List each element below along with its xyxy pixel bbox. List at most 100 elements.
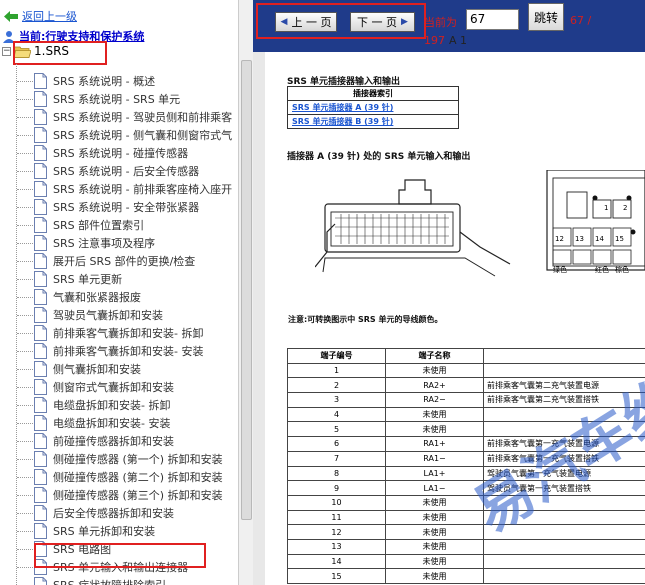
table-row: 13 未使用	[287, 538, 645, 555]
document-icon	[34, 73, 47, 89]
table-row: 1 未使用	[287, 362, 645, 379]
tree-item[interactable]: SRS 系统说明 - 后安全传感器	[34, 162, 199, 180]
table-row: 5 未使用	[287, 421, 645, 438]
tree-connector-branch	[17, 81, 33, 82]
tree-connector-branch	[17, 99, 33, 100]
back-link[interactable]: 返回上一级	[4, 8, 77, 24]
terminal-description: 前排乘客气囊第二充气装置电源	[483, 377, 645, 394]
tree-item[interactable]: SRS 系统说明 - SRS 单元	[34, 90, 180, 108]
connector-index-table: 插接器索引 SRS 单元插接器 A (39 针) SRS 单元插接器 B (39…	[287, 86, 459, 129]
tree-item[interactable]: SRS 系统说明 - 概述	[34, 72, 155, 90]
table-row: 7 RA1− 前排乘客气囊第一充气装置搭铁	[287, 450, 645, 467]
tree-connector-branch	[17, 225, 33, 226]
pin-label-15: 15	[615, 235, 624, 243]
document-icon	[34, 523, 47, 539]
document-icon	[34, 253, 47, 269]
terminal-description	[483, 524, 645, 540]
tree-item[interactable]: SRS 系统说明 - 安全带张紧器	[34, 198, 199, 216]
tree-connector-branch	[17, 297, 33, 298]
terminal-name: 未使用	[385, 362, 484, 379]
terminal-description: 驾驶员气囊第一充气装置搭铁	[483, 480, 645, 496]
document-icon	[34, 451, 47, 467]
connector-b-link[interactable]: SRS 单元插接器 B (39 针)	[292, 117, 393, 126]
tree-connector-branch	[17, 243, 33, 244]
tree-item[interactable]: 驾驶员气囊拆卸和安装	[34, 306, 163, 324]
tree-connector-branch	[17, 279, 33, 280]
document-icon	[34, 109, 47, 125]
document-icon	[34, 469, 47, 485]
tree-item[interactable]: 电缆盘拆卸和安装- 安装	[34, 414, 170, 432]
document-icon	[34, 361, 47, 377]
pin-label-13: 13	[575, 235, 584, 243]
document-icon	[34, 505, 47, 521]
col-header-name: 端子名称	[385, 348, 484, 364]
document-icon	[34, 235, 47, 251]
page-toolbar: ◀ 上 一 页 下 一 页 ▶ 当前为 67 跳转 67 / 197 A 1	[253, 0, 645, 52]
tree-item[interactable]: 侧碰撞传感器 (第一个) 拆卸和安装	[34, 450, 223, 468]
tree-item[interactable]: SRS 系统说明 - 碰撞传感器	[34, 144, 188, 162]
terminal-number: 9	[287, 480, 386, 496]
tree-connector-branch	[17, 405, 33, 406]
current-page-prefix: 当前为	[424, 16, 457, 29]
tree-item[interactable]: 侧碰撞传感器 (第三个) 拆卸和安装	[34, 486, 223, 504]
tree-item[interactable]: 后安全传感器拆卸和安装	[34, 504, 174, 522]
collapse-toggle[interactable]: −	[2, 46, 11, 56]
tree-connector-branch	[17, 387, 33, 388]
terminal-number: 2	[287, 377, 386, 394]
document-icon	[34, 415, 47, 431]
tree-connector-branch	[17, 333, 33, 334]
tree-item[interactable]: SRS 系统说明 - 侧气囊和侧窗帘式气	[34, 126, 232, 144]
wire-color-brown: 棕色	[615, 266, 629, 274]
tree-item[interactable]: 侧窗帘式气囊拆卸和安装	[34, 378, 174, 396]
tree-item-label: 侧碰撞传感器 (第二个) 拆卸和安装	[53, 471, 223, 484]
terminal-description	[483, 406, 645, 423]
tree-connector-branch	[17, 117, 33, 118]
page-extra: A 1	[449, 34, 468, 47]
terminal-description: 前排乘客气囊第一充气装置电源	[483, 436, 645, 452]
terminal-table-body: 1 未使用 2 RA2+ 前排乘客气囊第二充气装置电源 3 RA2− 前排乘客气囊第二充气装置…	[287, 362, 645, 584]
connector-a-link[interactable]: SRS 单元插接器 A (39 针)	[292, 103, 393, 112]
index-row[interactable]: SRS 单元插接器 A (39 针)	[287, 100, 459, 115]
tree-connector-branch	[17, 351, 33, 352]
tree-item-label: 侧碰撞传感器 (第三个) 拆卸和安装	[53, 489, 223, 502]
terminal-description: 前排乘客气囊第一充气装置搭铁	[483, 450, 645, 467]
tree-item[interactable]: 侧碰撞传感器 (第二个) 拆卸和安装	[34, 468, 223, 486]
tree-item-label: SRS 系统说明 - 概述	[53, 75, 156, 88]
tree-item-label: 电缆盘拆卸和安装- 拆卸	[53, 399, 171, 412]
tree-item[interactable]: SRS 系统说明 - 驾驶员侧和前排乘客	[34, 108, 232, 126]
tree-item[interactable]: 前碰撞传感器拆卸和安装	[34, 432, 174, 450]
terminal-number: 3	[287, 392, 386, 408]
tree-item-label: SRS 症状故障排除索引	[53, 577, 166, 585]
index-row[interactable]: SRS 单元插接器 B (39 针)	[287, 114, 459, 129]
tree-item[interactable]: SRS 单元拆卸和安装	[34, 522, 155, 540]
document-icon	[34, 307, 47, 323]
tree-item-label: 侧碰撞传感器 (第一个) 拆卸和安装	[53, 453, 223, 466]
terminal-name: RA1−	[385, 450, 484, 467]
table-row: 12 未使用	[287, 524, 645, 540]
go-to-page-button[interactable]: 跳转	[528, 3, 564, 31]
tree-item[interactable]: 展开后 SRS 部件的更换/检查	[34, 252, 195, 270]
nav-scrollbar[interactable]	[238, 0, 253, 585]
tree-connector-branch	[17, 207, 33, 208]
tree-item[interactable]: SRS 部件位置索引	[34, 216, 144, 234]
tree-item[interactable]: 前排乘客气囊拆卸和安装- 安装	[34, 342, 203, 360]
terminal-description	[483, 494, 645, 511]
document-icon	[34, 199, 47, 215]
tree-item[interactable]: SRS 系统说明 - 前排乘客座椅入座开	[34, 180, 232, 198]
pin-label-1: 1	[604, 204, 609, 212]
page-number-input[interactable]: 67	[466, 9, 519, 30]
tree-item-label: SRS 系统说明 - SRS 单元	[53, 93, 181, 106]
tree-item[interactable]: SRS 症状故障排除索引	[34, 576, 166, 585]
tree-item[interactable]: 前排乘客气囊拆卸和安装- 拆卸	[34, 324, 203, 342]
back-link-label[interactable]: 返回上一级	[22, 8, 77, 24]
tree-item[interactable]: 气囊和张紧器报废	[34, 288, 141, 306]
terminal-number: 1	[287, 362, 386, 379]
document-icon	[34, 397, 47, 413]
tree-item[interactable]: 电缆盘拆卸和安装- 拆卸	[34, 396, 170, 414]
tree-item[interactable]: SRS 单元更新	[34, 270, 122, 288]
nav-scrollbar-thumb[interactable]	[241, 60, 252, 520]
tree-item[interactable]: SRS 注意事项及程序	[34, 234, 155, 252]
tree-item[interactable]: 侧气囊拆卸和安装	[34, 360, 141, 378]
nav-buttons-highlight-box	[256, 3, 426, 39]
terminal-name: 未使用	[385, 421, 484, 438]
